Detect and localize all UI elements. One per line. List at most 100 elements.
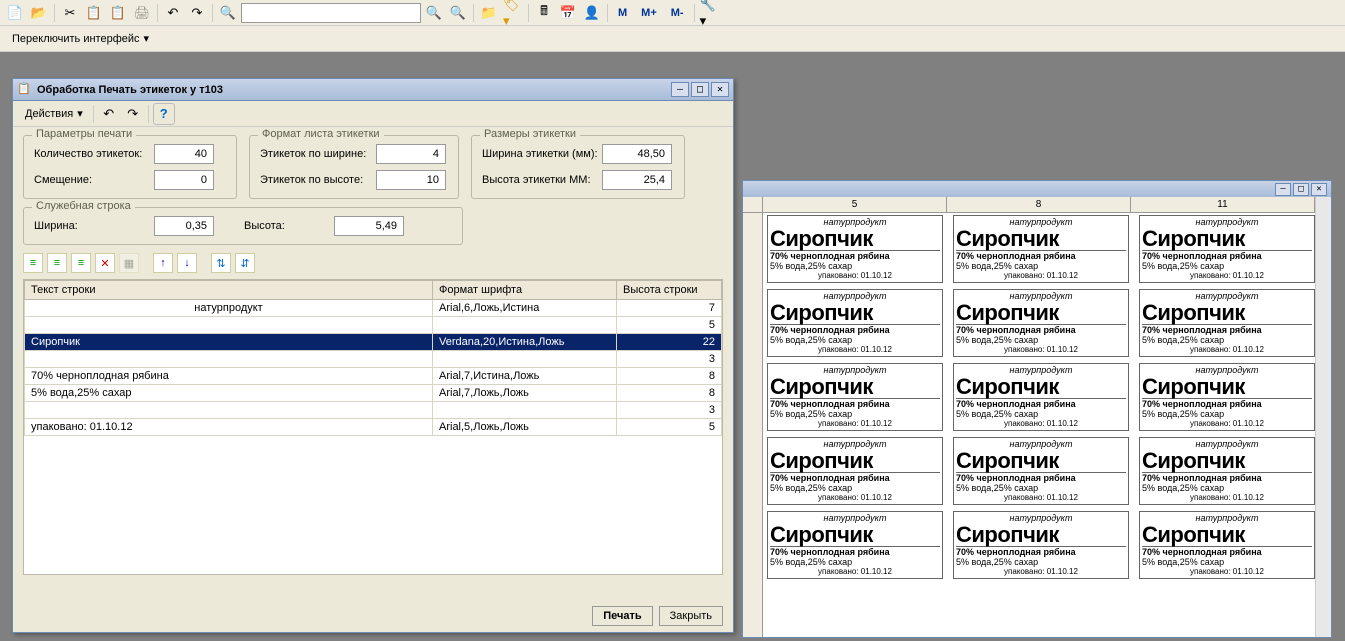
cell-font: Arial,5,Ложь,Ложь xyxy=(433,419,617,436)
label-row: натурпродуктСиропчик70% черноплодная ряб… xyxy=(767,215,1315,283)
table-row[interactable]: 3 xyxy=(25,351,722,368)
delete-row-icon[interactable]: ✕ xyxy=(95,253,115,273)
label-title: Сиропчик xyxy=(1142,523,1312,546)
redo-icon[interactable]: ↷ xyxy=(186,2,208,24)
preview-scrollbar[interactable] xyxy=(1315,197,1331,637)
table-row[interactable]: натурпродуктArial,6,Ложь,Истина7 xyxy=(25,300,722,317)
table-row[interactable]: 5% вода,25% сахарArial,7,Ложь,Ложь8 xyxy=(25,385,722,402)
table-row[interactable]: упаковано: 01.10.12Arial,5,Ложь,Ложь5 xyxy=(25,419,722,436)
add-row-icon[interactable]: ≡ xyxy=(23,253,43,273)
close-button[interactable]: ✕ xyxy=(711,82,729,97)
label-line1: 70% черноплодная рябина xyxy=(956,324,1126,335)
search-input[interactable] xyxy=(241,3,421,23)
qty-label: Количество этикеток: xyxy=(34,148,154,160)
undo-icon[interactable]: ↶ xyxy=(162,2,184,24)
label-height-label: Высота этикетки ММ: xyxy=(482,174,602,186)
edit-row-icon[interactable]: ≡ xyxy=(47,253,67,273)
dialog-body: Параметры печати Количество этикеток: См… xyxy=(13,127,733,583)
cell-font: Arial,7,Истина,Ложь xyxy=(433,368,617,385)
find-next-icon[interactable]: 🔍 xyxy=(447,2,469,24)
tag-icon[interactable]: 🏷▾ xyxy=(502,2,524,24)
cell-height: 5 xyxy=(617,419,722,436)
copy-icon[interactable]: 📋 xyxy=(83,2,105,24)
table-row[interactable]: СиропчикVerdana,20,Истина,Ложь22 xyxy=(25,334,722,351)
print-params-fieldset: Параметры печати Количество этикеток: См… xyxy=(23,135,237,199)
actions-button[interactable]: Действия ▾ xyxy=(19,105,89,122)
label-height-input[interactable] xyxy=(602,170,672,190)
label-title: Сиропчик xyxy=(956,301,1126,324)
sheet-height-input[interactable] xyxy=(376,170,446,190)
sort-asc-icon[interactable]: ⇅ xyxy=(211,253,231,273)
calendar-icon[interactable]: 📅 xyxy=(557,2,579,24)
label-line2: 5% вода,25% сахар xyxy=(956,483,1126,493)
qty-input[interactable] xyxy=(154,144,214,164)
preview-minimize-button[interactable]: — xyxy=(1275,183,1291,196)
print-button[interactable]: Печать xyxy=(592,606,652,626)
cut-icon[interactable]: ✂ xyxy=(59,2,81,24)
find-prev-icon[interactable]: 🔍 xyxy=(423,2,445,24)
toolbar-sep xyxy=(93,105,94,123)
label-card: натурпродуктСиропчик70% черноплодная ряб… xyxy=(953,511,1129,579)
close-dialog-button[interactable]: Закрыть xyxy=(659,606,723,626)
folder-icon[interactable]: 📁 xyxy=(478,2,500,24)
table-row[interactable]: 5 xyxy=(25,317,722,334)
switch-interface-button[interactable]: Переключить интерфейс ▾ xyxy=(4,30,157,47)
label-line1: 70% черноплодная рябина xyxy=(1142,398,1312,409)
m-button[interactable]: M xyxy=(612,2,633,24)
label-card: натурпродуктСиропчик70% черноплодная ряб… xyxy=(953,437,1129,505)
print-icon[interactable]: 🖨 xyxy=(131,2,153,24)
action-icon-1[interactable]: ↶ xyxy=(98,103,120,125)
label-line2: 5% вода,25% сахар xyxy=(770,261,940,271)
open-icon[interactable]: 📂 xyxy=(28,2,50,24)
label-line1: 70% черноплодная рябина xyxy=(956,398,1126,409)
move-up-icon[interactable]: ↑ xyxy=(153,253,173,273)
cell-text: 5% вода,25% сахар xyxy=(25,385,433,402)
label-pack: упаковано: 01.10.12 xyxy=(770,345,940,354)
toolbar-sep xyxy=(607,4,608,22)
minimize-button[interactable]: — xyxy=(671,82,689,97)
table-row[interactable]: 3 xyxy=(25,402,722,419)
label-row: натурпродуктСиропчик70% черноплодная ряб… xyxy=(767,437,1315,505)
sheet-width-label: Этикеток по ширине: xyxy=(260,148,376,160)
ruler-corner xyxy=(743,197,763,213)
tools-icon[interactable]: 🔧▾ xyxy=(699,2,721,24)
label-title: Сиропчик xyxy=(956,449,1126,472)
label-row: натурпродуктСиропчик70% черноплодная ряб… xyxy=(767,511,1315,579)
label-pack: упаковано: 01.10.12 xyxy=(1142,567,1312,576)
help-icon[interactable]: ? xyxy=(153,103,175,125)
cell-font xyxy=(433,402,617,419)
new-icon[interactable]: 📄 xyxy=(4,2,26,24)
calc-icon[interactable]: 🖩 xyxy=(533,2,555,24)
print-params-legend: Параметры печати xyxy=(32,128,136,140)
preview-maximize-button[interactable]: □ xyxy=(1293,183,1309,196)
preview-body: 5 8 11 натурпродуктСиропчик70% черноплод… xyxy=(743,197,1331,637)
label-title: Сиропчик xyxy=(1142,449,1312,472)
service-height-input[interactable] xyxy=(334,216,404,236)
find-icon[interactable]: 🔍 xyxy=(217,2,239,24)
label-card: натурпродуктСиропчик70% черноплодная ряб… xyxy=(953,215,1129,283)
label-pack: упаковано: 01.10.12 xyxy=(770,493,940,502)
cell-text: 70% черноплодная рябина xyxy=(25,368,433,385)
user-icon[interactable]: 👤 xyxy=(581,2,603,24)
second-toolbar: Переключить интерфейс ▾ xyxy=(0,26,1345,52)
main-toolbar: 📄 📂 ✂ 📋 📋 🖨 ↶ ↷ 🔍 🔍 🔍 📁 🏷▾ 🖩 📅 👤 M M+ M-… xyxy=(0,0,1345,26)
sheet-format-fieldset: Формат листа этикетки Этикеток по ширине… xyxy=(249,135,459,199)
offset-input[interactable] xyxy=(154,170,214,190)
service-width-input[interactable] xyxy=(154,216,214,236)
preview-close-button[interactable]: ✕ xyxy=(1311,183,1327,196)
paste-icon[interactable]: 📋 xyxy=(107,2,129,24)
move-down-icon[interactable]: ↓ xyxy=(177,253,197,273)
action-icon-2[interactable]: ↷ xyxy=(122,103,144,125)
sort-desc-icon[interactable]: ⇵ xyxy=(235,253,255,273)
label-pack: упаковано: 01.10.12 xyxy=(956,271,1126,280)
table-row[interactable]: 70% черноплодная рябинаArial,7,Истина,Ло… xyxy=(25,368,722,385)
label-size-legend: Размеры этикетки xyxy=(480,128,580,140)
rows-grid[interactable]: Текст строки Формат шрифта Высота строки… xyxy=(23,279,723,575)
m-minus-button[interactable]: M- xyxy=(665,2,690,24)
maximize-button[interactable]: □ xyxy=(691,82,709,97)
copy-row-icon[interactable]: ≡ xyxy=(71,253,91,273)
sheet-width-input[interactable] xyxy=(376,144,446,164)
m-plus-button[interactable]: M+ xyxy=(635,2,663,24)
grid-header-row: Текст строки Формат шрифта Высота строки xyxy=(25,281,722,300)
label-width-input[interactable] xyxy=(602,144,672,164)
